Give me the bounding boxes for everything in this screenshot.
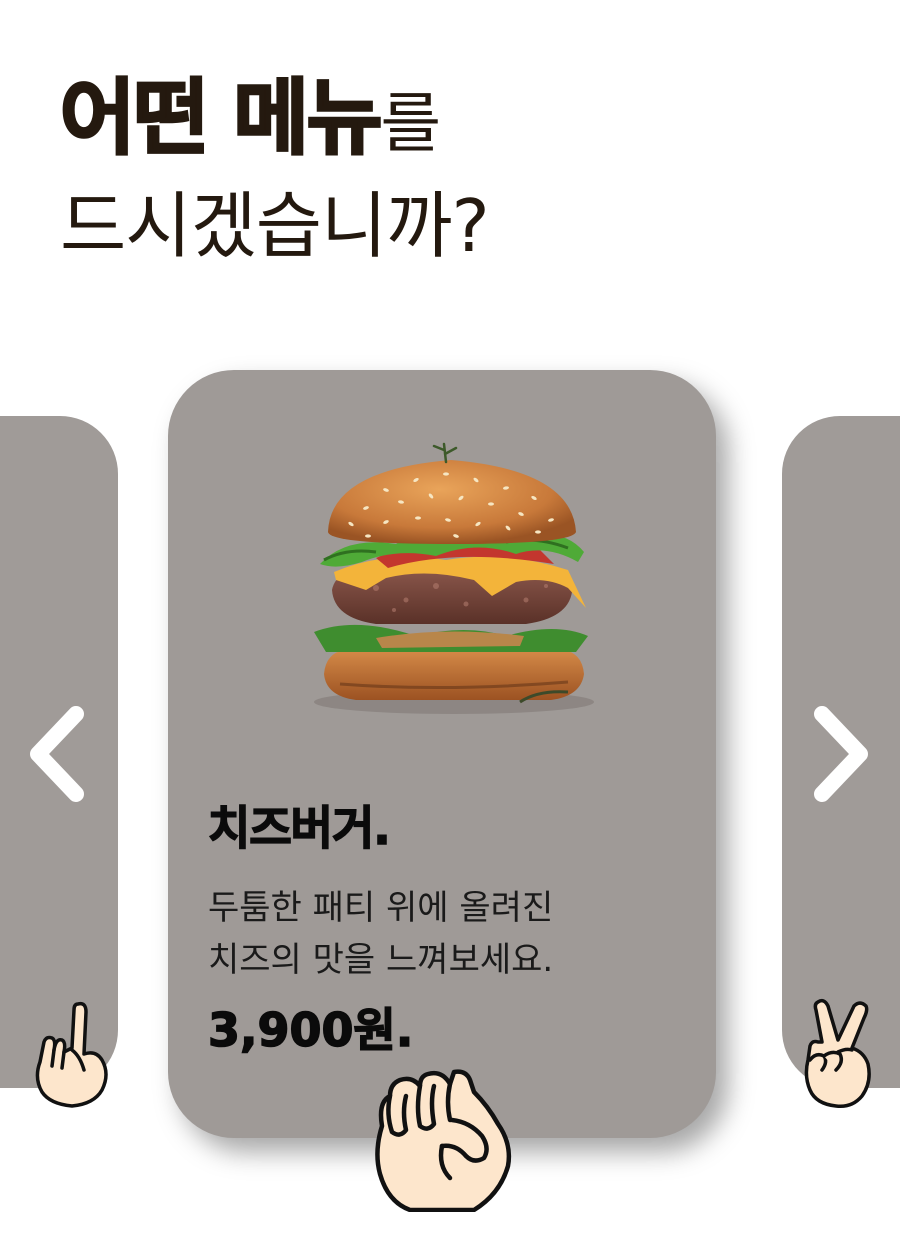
menu-item-description-line: 치즈의 맛을 느껴보세요. — [208, 940, 554, 980]
menu-item-name: 치즈버거. — [207, 800, 391, 856]
menu-item-description: 두툼한 패티 위에 올려진 치즈의 맛을 느껴보세요. — [208, 882, 678, 986]
cheeseburger-image — [314, 442, 594, 714]
fist-hand-icon — [375, 1069, 512, 1212]
chevron-left-icon[interactable] — [24, 704, 94, 804]
peace-sign-hand-icon — [804, 998, 871, 1109]
title-bold-text: 어떤 메뉴 — [58, 71, 383, 166]
menu-item-price: 3,900원. — [207, 1002, 414, 1058]
title-line-2: 드시겠습니까? — [60, 184, 490, 268]
page-title: 어떤 메뉴를 드시겠습니까? — [58, 76, 760, 268]
title-line-1: 어떤 메뉴를 — [58, 76, 760, 178]
title-suffix-text: 를 — [380, 85, 442, 162]
one-finger-hand-icon — [35, 1001, 108, 1108]
menu-item-card[interactable]: 치즈버거. 두툼한 패티 위에 올려진 치즈의 맛을 느껴보세요. 3,900원… — [168, 370, 716, 1138]
menu-item-description-line: 두툼한 패티 위에 올려진 — [208, 888, 554, 928]
chevron-right-icon[interactable] — [806, 704, 876, 804]
